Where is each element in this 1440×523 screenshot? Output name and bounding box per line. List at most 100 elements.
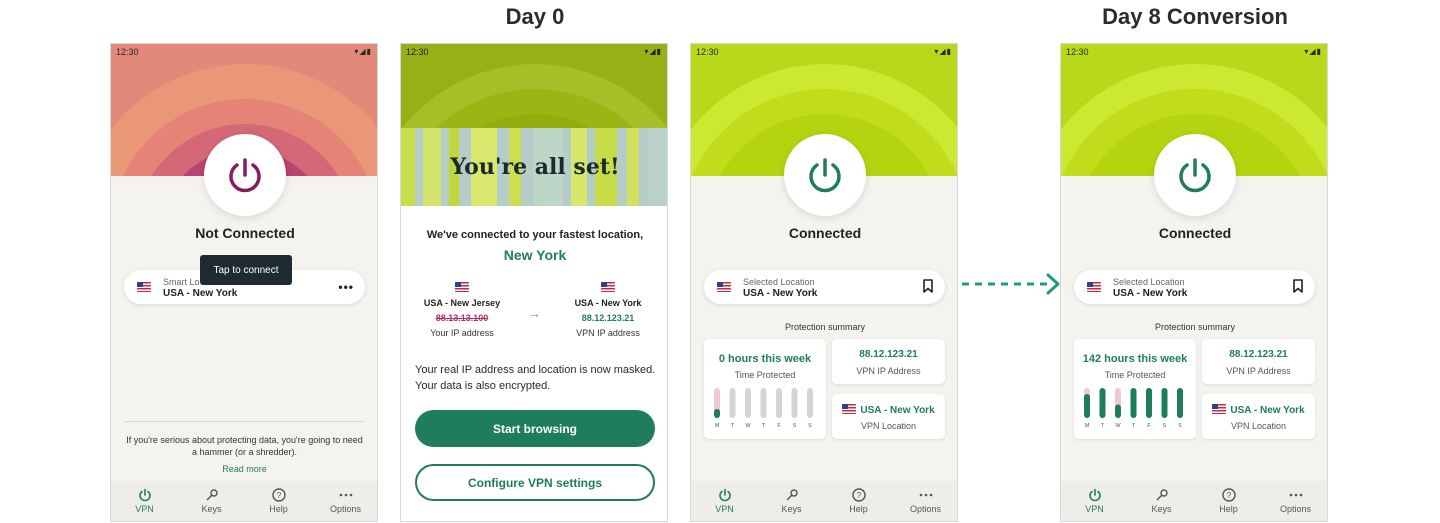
nav-help[interactable]: ? Help (827, 488, 891, 514)
bookmark-icon[interactable] (921, 278, 935, 294)
power-button[interactable] (204, 134, 286, 216)
time-protected-value: 0 hours this week (718, 353, 812, 365)
help-icon: ? (851, 488, 866, 502)
nav-keys[interactable]: Keys (1130, 488, 1194, 514)
key-icon (206, 489, 218, 501)
nav-vpn[interactable]: VPN (1063, 488, 1127, 514)
day-bar (714, 409, 720, 418)
vpn-location-label: VPN Location (860, 421, 917, 431)
success-banner: You're all set! (401, 128, 667, 206)
location-card[interactable]: Selected Location USA - New York (704, 270, 945, 304)
time-protected-value: 142 hours this week (1082, 353, 1188, 365)
options-icon (1289, 493, 1302, 497)
nav-options[interactable]: Options (1264, 488, 1328, 514)
promo-message: If you're serious about protecting data,… (124, 421, 365, 475)
nav-vpn-label: VPN (715, 504, 734, 514)
svg-text:?: ? (276, 491, 281, 500)
status-bar: 12:30 ▾◢▮ (111, 44, 377, 60)
vpn-ip-card: 88.12.123.21 VPN IP Address (1202, 339, 1315, 384)
arrow-right-icon: → (527, 305, 541, 321)
us-flag-icon (842, 404, 857, 414)
configure-vpn-button[interactable]: Configure VPN settings (415, 464, 655, 501)
nav-options-label: Options (909, 504, 942, 514)
us-flag-icon (137, 282, 151, 292)
day-bar (1161, 388, 1168, 418)
masked-message: Your real IP address and location is now… (415, 364, 656, 392)
vpn-location-text: USA - New York (1230, 405, 1305, 416)
connect-tooltip: Tap to connect (200, 255, 292, 285)
nav-help[interactable]: ? Help (1197, 488, 1261, 514)
power-icon (229, 158, 261, 193)
bookmark-icon[interactable] (1291, 278, 1305, 294)
location-card[interactable]: Selected Location USA - New York (1074, 270, 1315, 304)
more-options-icon[interactable]: ••• (338, 280, 354, 294)
power-icon (1088, 488, 1101, 502)
connection-status: Connected (1158, 225, 1232, 241)
nav-keys-label: Keys (781, 504, 802, 514)
vpn-location: USA - New York (574, 298, 642, 308)
nav-help-label: Help (849, 504, 868, 514)
nav-keys-label: Keys (201, 504, 222, 514)
nav-help-label: Help (269, 504, 288, 514)
day-label: S (793, 423, 797, 429)
weekly-usage-chart: MTWTFSS (714, 388, 813, 429)
status-icons: ▾◢▮ (354, 47, 372, 56)
time-protected-label: Time Protected (1104, 370, 1166, 380)
vpn-location-value: USA - New York (832, 404, 945, 416)
conversion-arrow-icon (962, 273, 1060, 295)
vpn-ip-label: VPN IP address (576, 328, 640, 338)
banner-title: You're all set! (450, 154, 620, 180)
help-icon: ? (271, 488, 286, 502)
vpn-ip-value: 88.12.123.21 (1229, 349, 1288, 360)
nav-help[interactable]: ? Help (247, 488, 311, 514)
dialog-subtitle: We've connected to your fastest location… (426, 229, 644, 241)
bottom-nav: VPN Keys ? Help Options (1061, 481, 1328, 521)
location-name: USA - New York (743, 288, 818, 299)
vpn-location-value: USA - New York (1202, 404, 1315, 416)
us-flag-icon (1087, 282, 1101, 292)
nav-help-label: Help (1219, 504, 1238, 514)
bottom-nav: VPN Keys ? Help Options (111, 481, 378, 521)
status-icons: ▾◢▮ (1304, 47, 1322, 56)
vpn-ip-label: VPN IP Address (1226, 366, 1291, 376)
status-icons: ▾◢▮ (934, 47, 952, 56)
location-name: USA - New York (163, 288, 238, 299)
read-more-link[interactable]: Read more (124, 463, 365, 475)
original-ip: 88.13.13.100 (435, 313, 489, 323)
us-flag-icon (601, 282, 615, 292)
power-button[interactable] (784, 134, 866, 216)
nav-vpn[interactable]: VPN (113, 488, 177, 514)
power-button[interactable] (1154, 134, 1236, 216)
vpn-ip-label: VPN IP Address (856, 366, 921, 376)
nav-options-label: Options (1279, 504, 1312, 514)
day-bar (1130, 388, 1137, 418)
protection-summary-title: Protection summary (1154, 322, 1236, 332)
day-label: S (1178, 423, 1182, 429)
day-label: W (745, 423, 751, 429)
day-label: W (1115, 423, 1121, 429)
nav-keys[interactable]: Keys (180, 488, 244, 514)
nav-keys[interactable]: Keys (760, 488, 824, 514)
nav-vpn[interactable]: VPN (693, 488, 757, 514)
day-bar-track (745, 388, 751, 418)
original-ip-column: USA - New Jersey 88.13.13.100 Your IP ad… (412, 282, 512, 338)
day-label: S (808, 423, 812, 429)
key-icon (1156, 489, 1168, 501)
day-bar (1115, 404, 1121, 418)
us-flag-icon (717, 282, 731, 292)
nav-vpn-label: VPN (135, 504, 154, 514)
nav-options[interactable]: Options (894, 488, 958, 514)
start-browsing-button[interactable]: Start browsing (415, 410, 655, 447)
protection-summary-title: Protection summary (784, 322, 866, 332)
day-label: M (715, 423, 720, 429)
vpn-location-card: USA - New York VPN Location (832, 394, 945, 439)
promo-text: If you're serious about protecting data,… (126, 435, 363, 457)
time-protected-label: Time Protected (734, 370, 796, 380)
day-bar-track (807, 388, 813, 418)
day-bar (1099, 388, 1106, 418)
vpn-ip-card: 88.12.123.21 VPN IP Address (832, 339, 945, 384)
key-icon (786, 489, 798, 501)
weekly-usage-chart: MTWTFSS (1084, 388, 1183, 429)
nav-options[interactable]: Options (314, 488, 378, 514)
us-flag-icon (1212, 404, 1227, 414)
